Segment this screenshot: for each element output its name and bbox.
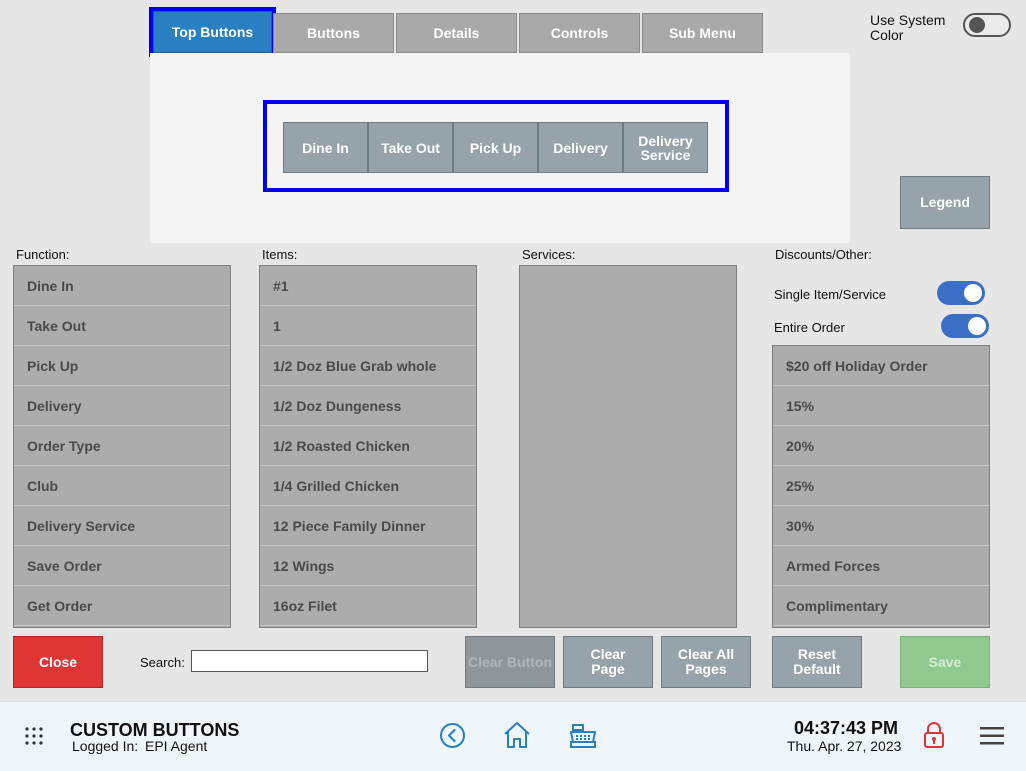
list-item[interactable]: 12 Piece Family Dinner (260, 506, 476, 546)
toggle-knob (968, 317, 986, 335)
clear-page-button[interactable]: Clear Page (563, 636, 653, 688)
list-item[interactable]: #1 (260, 266, 476, 306)
list-item[interactable]: 15% (773, 386, 989, 426)
logged-in-label: Logged In: (72, 738, 139, 754)
list-item[interactable]: Delivery Service (14, 506, 230, 546)
preview-button-dine-in[interactable]: Dine In (283, 122, 368, 173)
preview-button-pick-up[interactable]: Pick Up (453, 122, 538, 173)
legend-button[interactable]: Legend (900, 176, 990, 229)
single-item-toggle[interactable] (937, 281, 985, 305)
logged-in-user: EPI Agent (145, 738, 208, 754)
entire-order-toggle[interactable] (941, 314, 989, 338)
list-item[interactable]: 20% (773, 426, 989, 466)
list-item[interactable]: $20 off Holiday Order (773, 346, 989, 386)
clock-date: Thu. Apr. 27, 2023 (787, 738, 902, 754)
preview-button-delivery[interactable]: Delivery (538, 122, 623, 173)
tab-controls[interactable]: Controls (519, 13, 640, 53)
reset-default-button[interactable]: Reset Default (772, 636, 862, 688)
list-item[interactable]: Armed Forces (773, 546, 989, 586)
services-list[interactable] (519, 265, 737, 628)
apps-grid-icon[interactable] (24, 726, 44, 746)
lock-icon[interactable] (923, 722, 945, 749)
list-item[interactable]: Save Order (14, 546, 230, 586)
tab-details[interactable]: Details (396, 13, 517, 53)
entire-order-label: Entire Order (774, 320, 845, 335)
back-icon[interactable] (439, 722, 466, 749)
toggle-knob (964, 284, 982, 302)
list-item[interactable]: 1/2 Doz Dungeness (260, 386, 476, 426)
list-item[interactable]: Complimentary (773, 586, 989, 626)
list-item[interactable]: 1/2 Doz Blue Grab whole (260, 346, 476, 386)
items-list[interactable]: #1 1 1/2 Doz Blue Grab whole 1/2 Doz Dun… (259, 265, 477, 628)
function-label: Function: (16, 247, 70, 262)
tab-sub-menu[interactable]: Sub Menu (642, 13, 763, 53)
save-button[interactable]: Save (900, 636, 990, 688)
list-item[interactable]: Get Order (14, 586, 230, 626)
toggle-knob (969, 17, 985, 33)
use-system-color-toggle[interactable] (963, 13, 1011, 37)
clear-all-pages-button[interactable]: Clear All Pages (661, 636, 751, 688)
clear-button-button[interactable]: Clear Button (465, 636, 555, 688)
discounts-label: Discounts/Other: (775, 247, 872, 262)
list-item[interactable]: 16oz Filet (260, 586, 476, 626)
list-item[interactable]: Take Out (14, 306, 230, 346)
tab-buttons[interactable]: Buttons (273, 13, 394, 53)
tab-top-buttons[interactable]: Top Buttons (149, 7, 276, 57)
register-icon[interactable] (569, 722, 597, 750)
discounts-list[interactable]: $20 off Holiday Order 15% 20% 25% 30% Ar… (772, 345, 990, 628)
list-item[interactable]: Order Type (14, 426, 230, 466)
clock-time: 04:37:43 PM (794, 718, 899, 738)
list-item[interactable]: 30% (773, 506, 989, 546)
list-item[interactable]: Pick Up (14, 346, 230, 386)
home-icon[interactable] (502, 720, 532, 750)
search-input[interactable] (191, 650, 428, 672)
list-item[interactable]: 12 Wings (260, 546, 476, 586)
menu-icon[interactable] (980, 727, 1004, 745)
list-item[interactable]: 1 (260, 306, 476, 346)
list-item[interactable]: Dine In (14, 266, 230, 306)
list-item[interactable]: 25% (773, 466, 989, 506)
use-system-color-label: Use System Color (870, 12, 946, 43)
items-label: Items: (262, 247, 298, 262)
single-item-label: Single Item/Service (774, 287, 886, 302)
list-item[interactable]: Delivery (14, 386, 230, 426)
function-list[interactable]: Dine In Take Out Pick Up Delivery Order … (13, 265, 231, 628)
search-label: Search: (140, 655, 185, 670)
list-item[interactable]: Club (14, 466, 230, 506)
services-label: Services: (522, 247, 576, 262)
preview-button-take-out[interactable]: Take Out (368, 122, 453, 173)
list-item[interactable]: 1/2 Roasted Chicken (260, 426, 476, 466)
preview-button-delivery-service[interactable]: Delivery Service (623, 122, 708, 173)
close-button[interactable]: Close (13, 636, 103, 688)
list-item[interactable]: 1/4 Grilled Chicken (260, 466, 476, 506)
